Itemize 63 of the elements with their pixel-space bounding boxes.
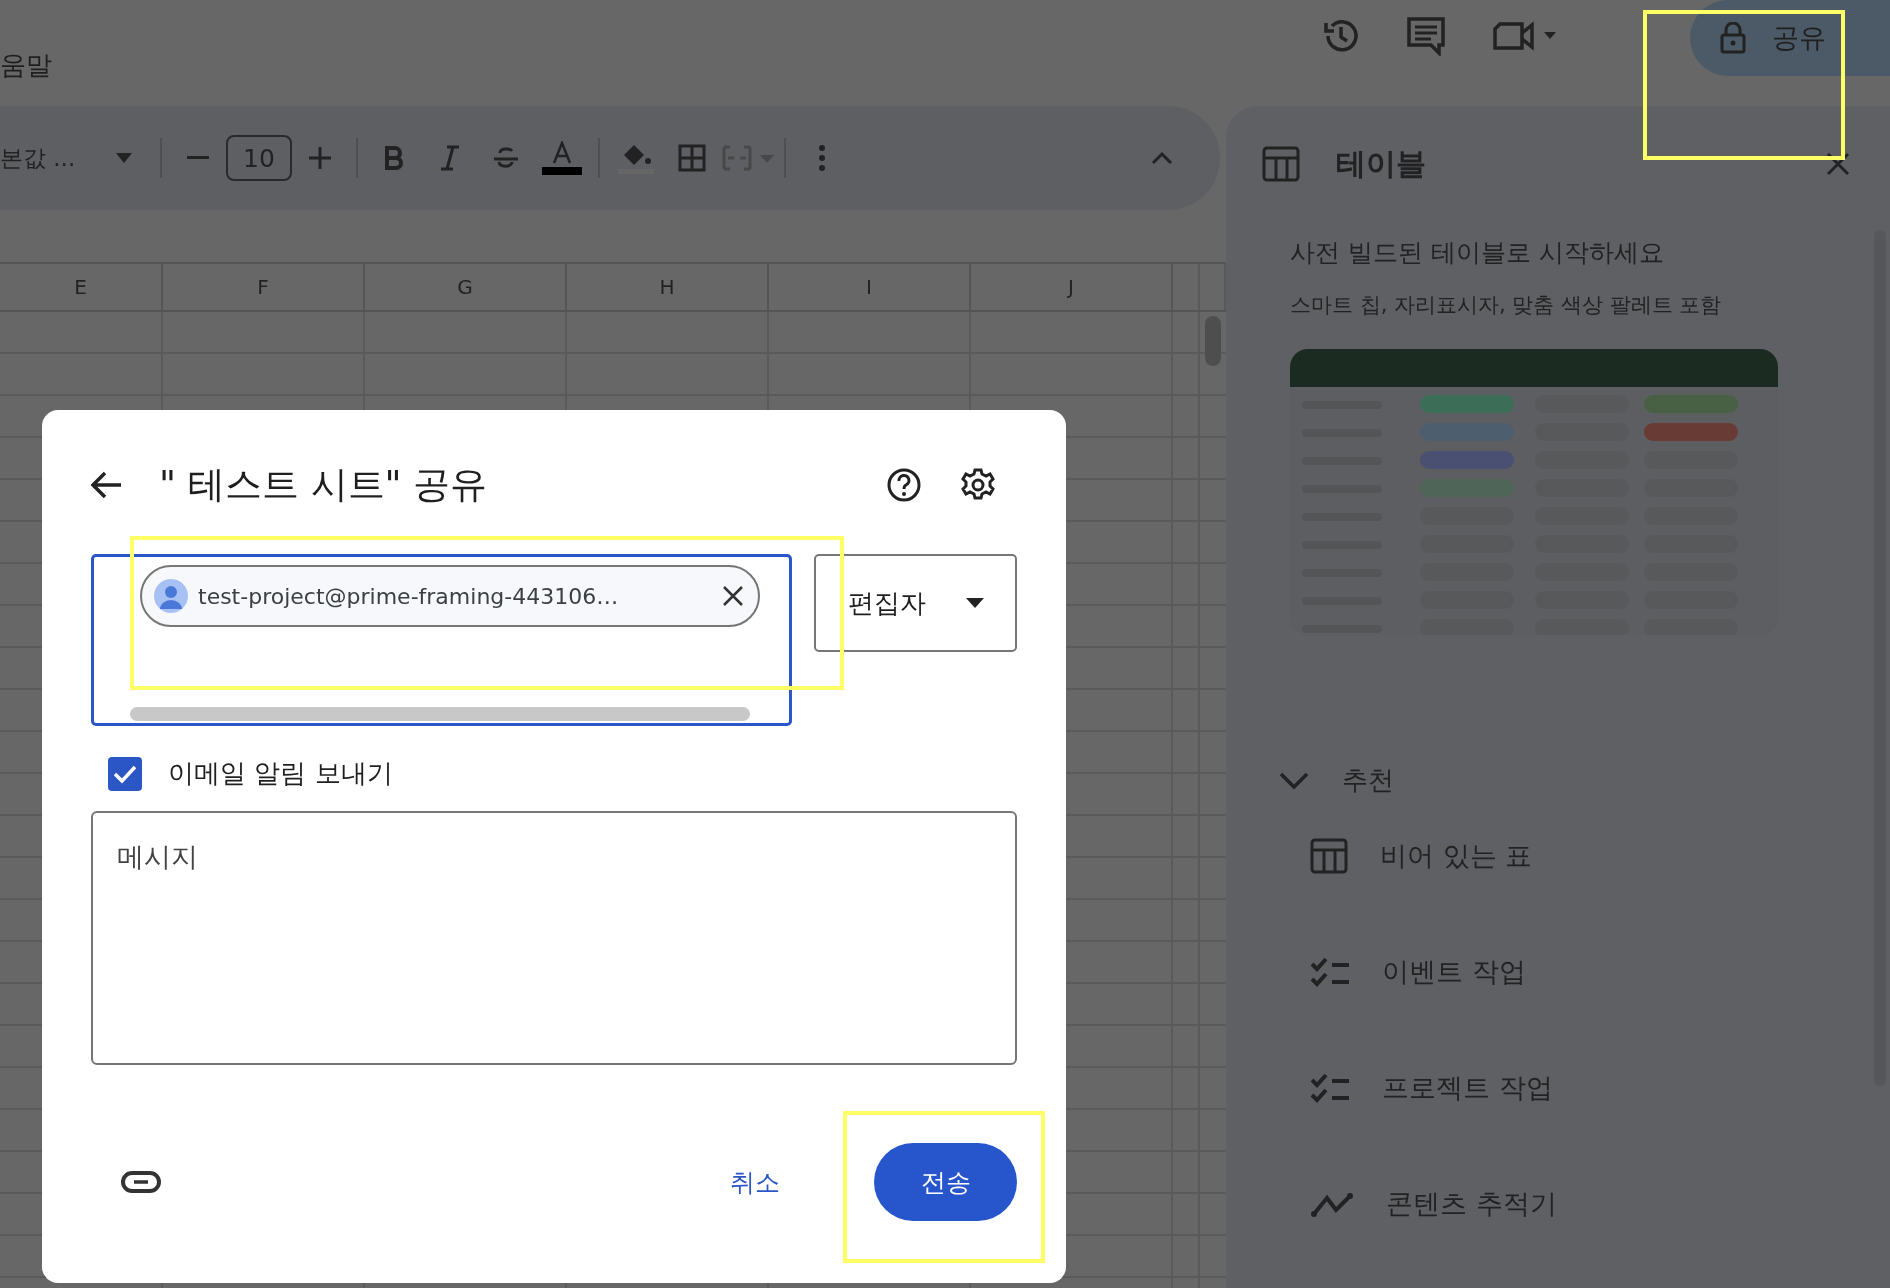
recipient-field[interactable]: test-project@prime-framing-443106… [91, 554, 792, 726]
column-header[interactable]: I [769, 264, 971, 310]
italic-icon[interactable] [440, 145, 460, 171]
borders-icon[interactable] [678, 144, 706, 172]
column-header[interactable]: H [567, 264, 769, 310]
template-item[interactable]: 프로젝트 작업 [1310, 1030, 1890, 1146]
section-toggle[interactable]: 추천 [1278, 763, 1890, 798]
trend-line-icon [1310, 1190, 1354, 1218]
close-icon[interactable] [1826, 152, 1850, 176]
template-label: 비어 있는 표 [1380, 839, 1533, 873]
send-button[interactable]: 전송 [874, 1143, 1017, 1221]
back-arrow-icon[interactable] [91, 471, 123, 499]
template-label: 프로젝트 작업 [1382, 1071, 1553, 1105]
menu-label[interactable]: 움말 [0, 47, 52, 83]
font-name[interactable]: 본값 ... [0, 142, 96, 174]
scrollbar[interactable] [1205, 316, 1221, 366]
plus-icon[interactable] [309, 147, 331, 169]
checkbox-label: 이메일 알림 보내기 [168, 757, 393, 790]
caret-icon [966, 598, 984, 608]
template-label: 이벤트 작업 [1382, 955, 1526, 989]
scrollbar[interactable] [130, 707, 750, 721]
template-item[interactable]: 비어 있는 표 [1310, 798, 1890, 914]
avatar-icon [154, 579, 188, 613]
font-size-field[interactable]: 10 [226, 135, 292, 181]
caret-icon[interactable] [116, 153, 132, 163]
column-header[interactable]: G [365, 264, 567, 310]
bold-icon[interactable] [384, 146, 404, 170]
share-button[interactable]: 공유 [1690, 0, 1890, 76]
settings-icon[interactable] [961, 468, 995, 502]
table-icon [1262, 146, 1300, 182]
history-icon[interactable] [1322, 17, 1360, 55]
more-icon[interactable] [818, 144, 826, 172]
recipient-chip[interactable]: test-project@prime-framing-443106… [140, 565, 760, 627]
panel-heading: 사전 빌드된 테이블로 시작하세요 [1290, 237, 1665, 269]
strikethrough-icon[interactable] [492, 146, 520, 170]
minus-icon[interactable] [187, 156, 209, 160]
panel-title: 테이블 [1336, 144, 1426, 183]
template-item[interactable]: 이벤트 작업 [1310, 914, 1890, 1030]
lock-icon [1720, 22, 1746, 54]
panel-subtitle: 스마트 칩, 자리표시자, 맞춤 색상 팔레트 포함 [1290, 292, 1723, 319]
role-dropdown[interactable]: 편집자 [814, 554, 1017, 652]
checklist-icon [1310, 1073, 1350, 1103]
checkbox[interactable] [108, 756, 142, 791]
chevron-icon [1278, 770, 1310, 791]
merge-cells-icon[interactable] [722, 145, 774, 171]
column-header[interactable]: J [971, 264, 1173, 310]
remove-icon[interactable] [722, 585, 744, 607]
table-icon [1310, 838, 1348, 874]
text-color-icon[interactable] [542, 141, 582, 175]
cancel-button[interactable]: 취소 [714, 1155, 796, 1209]
section-title: 추천 [1342, 764, 1394, 797]
template-item[interactable]: 콘텐츠 추적기 [1310, 1146, 1890, 1262]
column-header[interactable]: E [0, 264, 163, 310]
message-field[interactable]: 메시지 [91, 811, 1017, 1065]
comment-icon[interactable] [1406, 16, 1446, 56]
collapse-icon[interactable] [1151, 151, 1173, 165]
link-icon[interactable] [121, 1171, 161, 1193]
video-camera-icon[interactable] [1492, 21, 1558, 51]
dialog-title: " 테스트 시트" 공유 [159, 462, 488, 508]
help-icon[interactable] [887, 468, 921, 502]
checklist-icon [1310, 957, 1350, 987]
column-header[interactable]: F [163, 264, 365, 310]
template-label: 콘텐츠 추적기 [1386, 1187, 1557, 1221]
